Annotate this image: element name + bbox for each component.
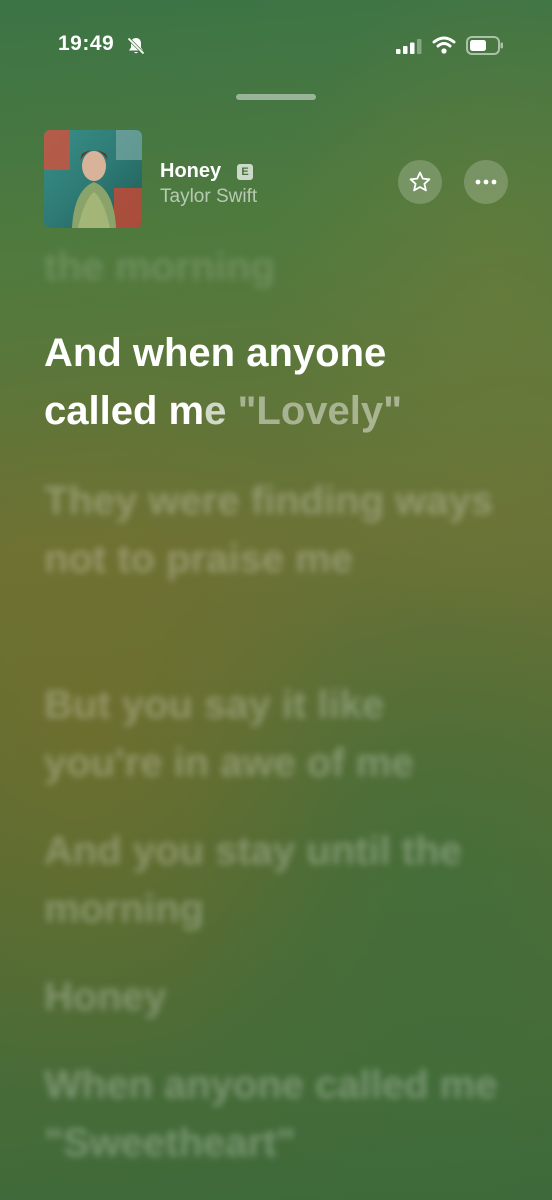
explicit-badge: E [237,164,253,180]
sheet-grabber[interactable] [236,94,316,100]
wifi-icon [432,36,456,54]
lyric-line-previous[interactable]: the morning [44,238,504,296]
lyric-sung-part-1: And when anyone [44,331,387,375]
lyric-line[interactable]: But you say it like you're in awe of me [44,676,504,792]
lyric-line-current[interactable]: And when anyone called me "Lovely" [44,324,504,440]
lyric-sung-fade: e [204,389,227,433]
track-title: Honey [160,160,222,182]
star-icon [409,171,431,192]
lyric-upcoming-part: "Lovely" [226,389,403,433]
lyric-line[interactable]: When anyone called me "Sweetheart" [44,1056,504,1172]
favorite-button[interactable] [398,160,442,204]
lyric-sung-part-2: called m [44,389,205,433]
battery-icon [466,36,503,55]
lyric-line[interactable]: And you stay until the morning [44,822,504,938]
lyric-line[interactable]: Honey [44,968,504,1026]
status-time: 19:49 [58,32,115,55]
album-artwork-image [44,130,142,228]
status-bar: 19:49 [0,0,552,92]
lyric-line[interactable]: They were finding ways not to praise me [44,472,504,588]
album-artwork[interactable] [44,130,142,228]
more-icon [475,179,497,185]
more-options-button[interactable] [464,160,508,204]
artist-name[interactable]: Taylor Swift [160,186,257,208]
bell-slash-icon [127,37,145,55]
now-playing-header: Honey E Taylor Swift [44,130,514,230]
cellular-signal-icon [396,39,422,54]
